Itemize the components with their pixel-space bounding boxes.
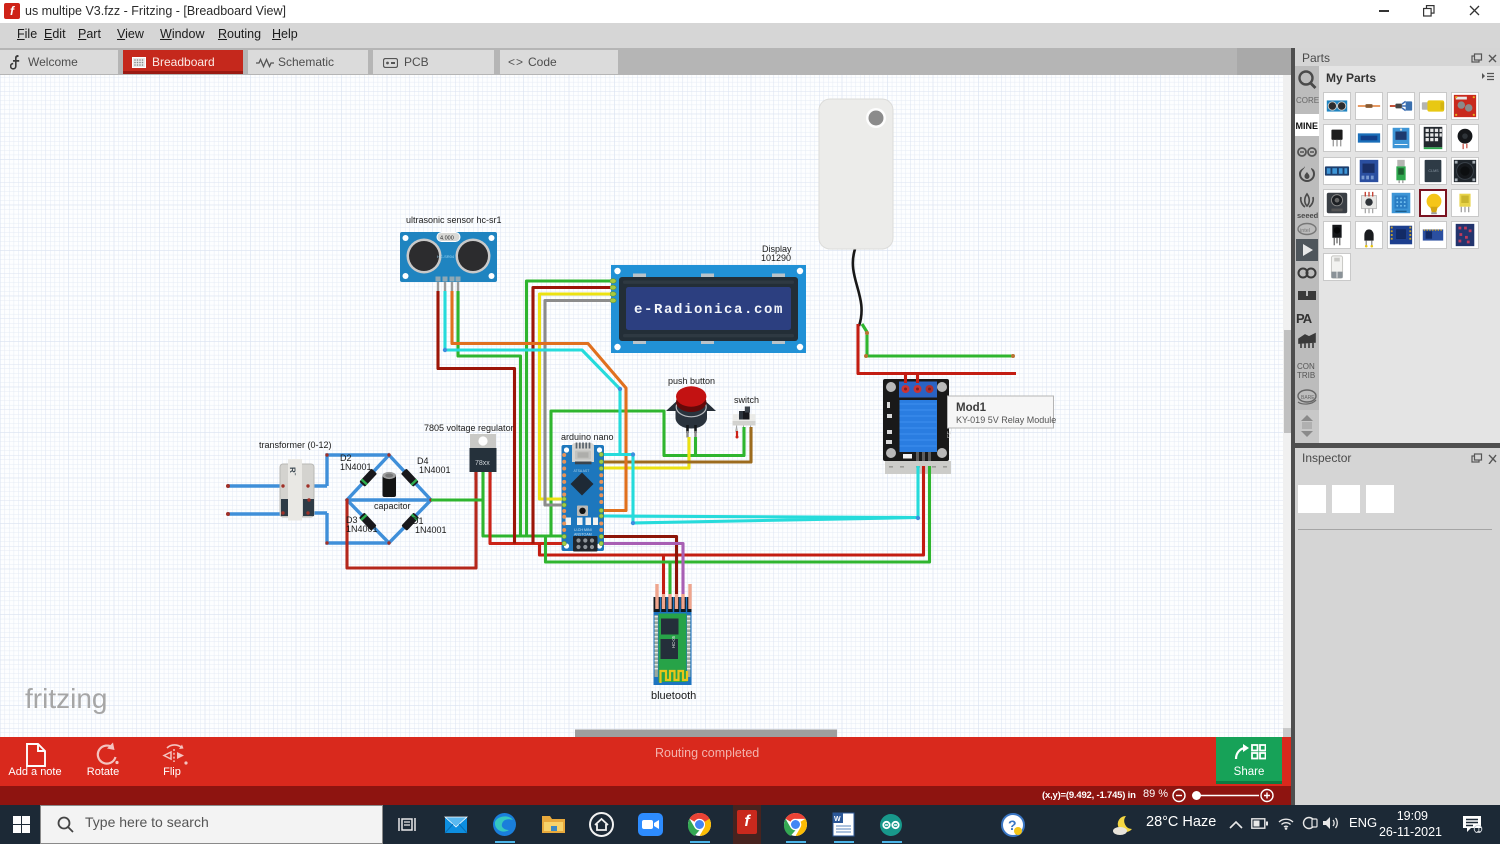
svg-text:e-Radionica.com: e-Radionica.com (634, 302, 784, 318)
svg-text:bluetooth: bluetooth (651, 690, 696, 702)
svg-text:U-CH MINI: U-CH MINI (574, 528, 592, 532)
svg-text:ultrasonic sensor hc-sr1: ultrasonic sensor hc-sr1 (406, 215, 502, 225)
svg-text:seeed: seeed (1297, 211, 1319, 220)
svg-text:capacitor: capacitor (374, 501, 411, 511)
svg-text:intel: intel (1300, 228, 1310, 234)
svg-text:CORE: CORE (1296, 96, 1319, 105)
svg-text:fritzing: fritzing (25, 683, 107, 714)
svg-text:7805 voltage regulator: 7805 voltage regulator (424, 423, 514, 433)
svg-text:TRIB: TRIB (1297, 371, 1315, 380)
svg-text:PA: PA (1296, 311, 1313, 326)
svg-text:ATSA AST: ATSA AST (574, 469, 590, 473)
svg-text:switch: switch (734, 395, 759, 405)
svg-text:KY-019 5V Relay Module: KY-019 5V Relay Module (956, 415, 1056, 425)
svg-text:BARE: BARE (1301, 395, 1315, 401)
svg-text:1N4001: 1N4001 (346, 524, 378, 534)
svg-text:ANSTOAM: ANSTOAM (574, 533, 592, 537)
svg-text:HC-05: HC-05 (671, 635, 676, 648)
svg-text:Mod1: Mod1 (956, 402, 987, 414)
svg-text:1: 1 (1477, 825, 1482, 833)
svg-text:arduino nano: arduino nano (561, 432, 614, 442)
svg-text:1N4001: 1N4001 (419, 465, 451, 475)
svg-text:transformer (0-12): transformer (0-12) (259, 440, 332, 450)
svg-text:CON: CON (1297, 362, 1315, 371)
svg-text:1N4001: 1N4001 (340, 462, 372, 472)
svg-text:78xx: 78xx (475, 460, 490, 467)
svg-text:Rˉ: Rˉ (288, 467, 297, 476)
svg-text:W: W (834, 816, 841, 823)
svg-text:HC-SR04: HC-SR04 (437, 254, 455, 259)
svg-text:101290: 101290 (761, 253, 791, 263)
svg-text:CLMS: CLMS (1428, 169, 1439, 173)
svg-text:1N4001: 1N4001 (415, 525, 447, 535)
svg-text:MINE: MINE (1296, 121, 1319, 131)
svg-text:4.000: 4.000 (440, 236, 454, 242)
svg-text:push button: push button (668, 376, 715, 386)
